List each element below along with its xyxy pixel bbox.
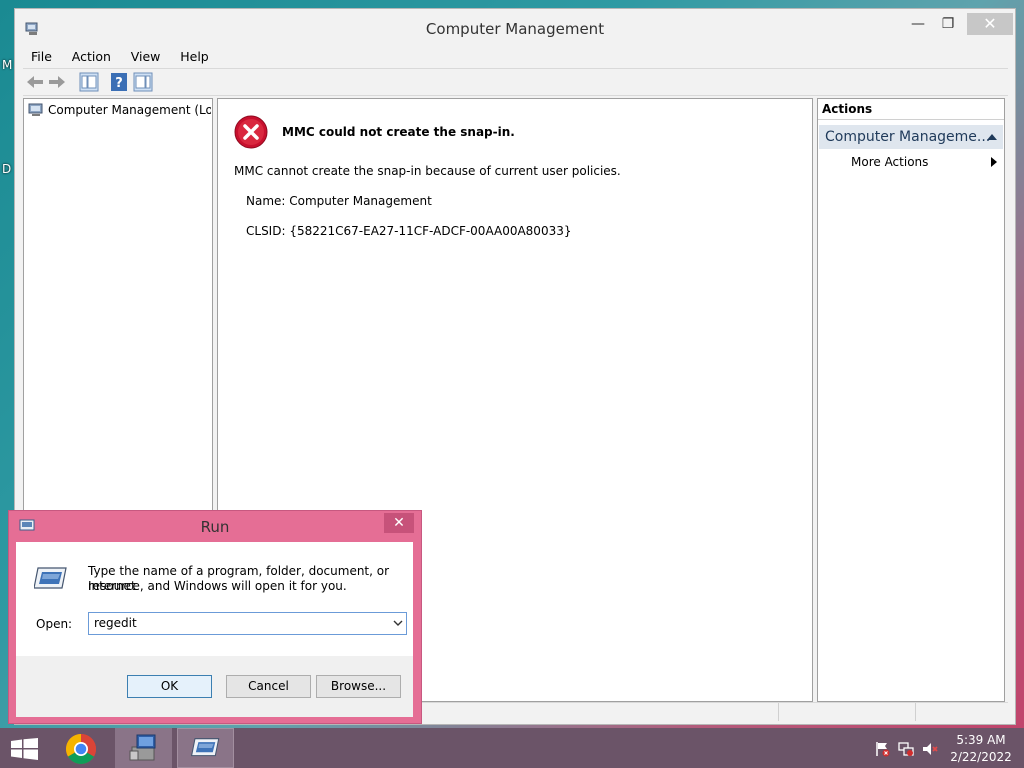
more-actions-item[interactable]: More Actions [819, 151, 1003, 171]
open-input[interactable]: regedit [94, 616, 137, 630]
maximize-button[interactable]: ❐ [937, 13, 959, 37]
tree-item-computer-management[interactable]: Computer Management (Local [28, 101, 211, 119]
forward-arrow-icon[interactable] [47, 72, 67, 92]
taskbar-chrome[interactable] [52, 728, 110, 768]
chrome-icon [65, 734, 97, 765]
run-icon [190, 738, 220, 757]
show-hide-console-tree-icon[interactable] [79, 72, 99, 92]
error-icon [234, 115, 268, 149]
close-button[interactable]: ✕ [967, 13, 1013, 35]
windows-logo-icon [11, 738, 38, 760]
close-icon: ✕ [983, 14, 997, 33]
menu-action[interactable]: Action [64, 47, 119, 66]
desktop-icon-label-fragment: M [2, 58, 13, 72]
volume-muted-icon[interactable] [922, 741, 938, 757]
actions-header: Actions [818, 99, 1004, 120]
taskbar-computer-management[interactable] [115, 728, 172, 768]
status-divider [915, 703, 916, 721]
chevron-down-icon[interactable] [393, 620, 403, 627]
ok-button[interactable]: OK [127, 675, 212, 698]
network-icon[interactable] [898, 741, 914, 757]
minimize-button[interactable]: — [907, 13, 929, 37]
tree-item-label: Computer Management (Local [48, 103, 211, 117]
menu-file[interactable]: File [23, 47, 60, 66]
actions-pane: Actions Computer Manageme... More Action… [817, 98, 1005, 702]
actions-group-computer-management[interactable]: Computer Manageme... [819, 125, 1003, 149]
cancel-button-label: Cancel [248, 679, 289, 693]
cancel-button[interactable]: Cancel [226, 675, 311, 698]
back-arrow-icon[interactable] [25, 72, 45, 92]
show-hide-action-pane-icon[interactable] [133, 72, 153, 92]
restore-icon: ❐ [941, 16, 955, 32]
more-actions-label: More Actions [851, 155, 929, 169]
browse-button-label: Browse... [330, 679, 387, 693]
open-label: Open: [36, 617, 73, 631]
run-dialog: Run ✕ Type the name of a program, folder… [8, 510, 422, 724]
title-bar[interactable]: Computer Management — ❐ ✕ [15, 9, 1015, 47]
menu-bar: File Action View Help [23, 47, 217, 67]
clock-date[interactable]: 2/22/2022 [950, 750, 1012, 764]
start-button[interactable] [0, 728, 58, 768]
action-center-flag-icon[interactable] [874, 741, 890, 757]
help-icon[interactable]: ? [109, 72, 129, 92]
snapin-name: Name: Computer Management [246, 194, 432, 208]
clock-time[interactable]: 5:39 AM [956, 733, 1006, 747]
actions-group-label: Computer Manageme... [825, 129, 991, 145]
browse-button[interactable]: Browse... [316, 675, 401, 698]
submenu-arrow-icon [991, 157, 997, 167]
minimize-icon: — [911, 16, 925, 32]
actions-header-label: Actions [822, 102, 873, 116]
taskbar: 5:39 AM 2/22/2022 [0, 728, 1024, 768]
computer-management-icon [129, 734, 156, 761]
run-title: Run [200, 518, 230, 536]
toolbar: ? [23, 68, 1008, 96]
open-combobox[interactable]: regedit [88, 612, 407, 635]
collapse-up-icon[interactable] [987, 133, 997, 141]
run-icon [34, 567, 67, 589]
taskbar-run[interactable] [177, 728, 234, 768]
desktop-icon-label-fragment: D [2, 162, 12, 176]
run-dialog-body: Type the name of a program, folder, docu… [16, 542, 413, 717]
menu-help[interactable]: Help [172, 47, 217, 66]
snapin-clsid: CLSID: {58221C67-EA27-11CF-ADCF-00AA00A8… [246, 224, 572, 238]
run-close-button[interactable]: ✕ [384, 513, 414, 533]
error-message: MMC cannot create the snap-in because of… [234, 164, 621, 178]
window-title: Computer Management [425, 20, 605, 38]
run-description-line2: resource, and Windows will open it for y… [88, 579, 347, 593]
menu-view[interactable]: View [123, 47, 169, 66]
run-dialog-top: Type the name of a program, folder, docu… [16, 542, 413, 656]
status-divider [778, 703, 779, 721]
close-icon: ✕ [393, 515, 405, 531]
svg-text:?: ? [115, 76, 123, 91]
ok-button-label: OK [160, 679, 179, 693]
error-title: MMC could not create the snap-in. [282, 125, 515, 139]
computer-icon [28, 103, 43, 116]
